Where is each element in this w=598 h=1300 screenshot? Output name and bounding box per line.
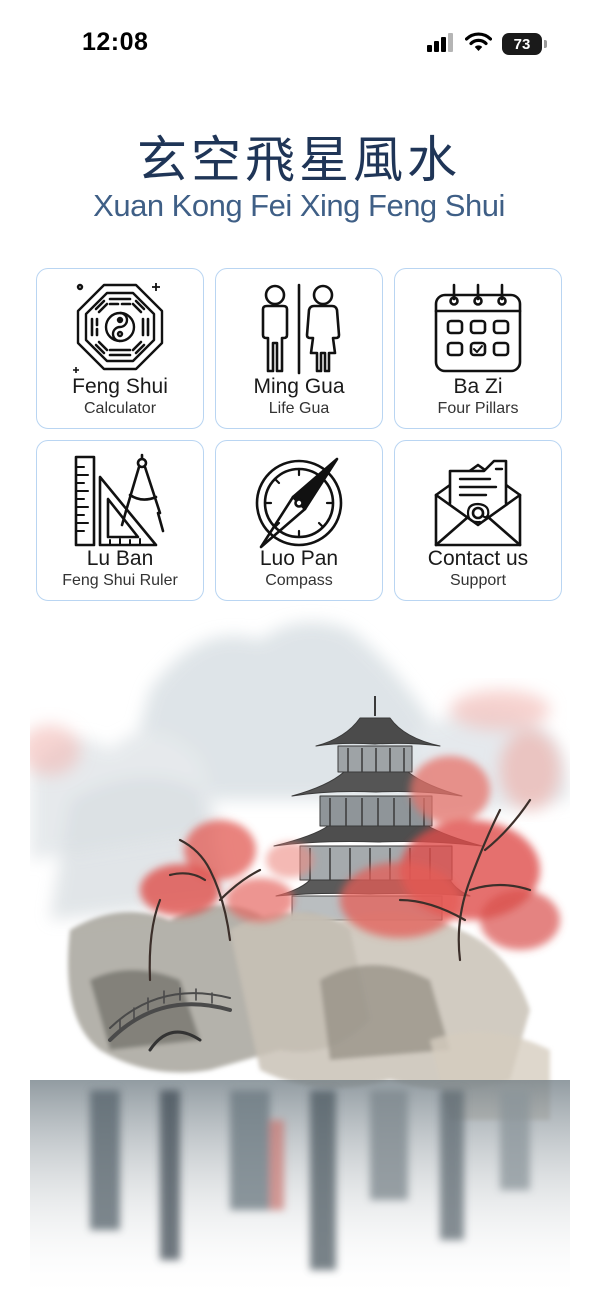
mail-icon bbox=[428, 451, 528, 551]
tile-title: Feng Shui bbox=[72, 375, 168, 398]
luo-pan-button[interactable]: Luo Pan Compass bbox=[215, 440, 383, 601]
status-time: 12:08 bbox=[82, 28, 149, 56]
tile-title: Contact us bbox=[427, 547, 529, 570]
tile-subtitle: Support bbox=[449, 572, 507, 589]
ming-gua-button[interactable]: Ming Gua Life Gua bbox=[215, 268, 383, 429]
ba-zi-button[interactable]: Ba Zi Four Pillars bbox=[394, 268, 562, 429]
tile-subtitle: Calculator bbox=[83, 400, 157, 417]
status-icons: 73 bbox=[427, 31, 547, 57]
tile-subtitle: Compass bbox=[265, 572, 333, 589]
compass-icon bbox=[249, 451, 349, 551]
battery-icon: 73 bbox=[502, 33, 547, 55]
tile-subtitle: Life Gua bbox=[268, 400, 330, 417]
tile-title: Ba Zi bbox=[453, 375, 503, 398]
feng-shui-calculator-button[interactable]: Feng Shui Calculator bbox=[36, 268, 204, 429]
man-woman-icon bbox=[249, 279, 349, 379]
menu-grid: Feng Shui Calculator Ming Gua Life Gua B… bbox=[36, 268, 563, 601]
status-bar: 12:08 73 bbox=[0, 0, 598, 90]
tile-subtitle: Four Pillars bbox=[437, 400, 519, 417]
tile-title: Ming Gua bbox=[253, 375, 345, 398]
wifi-icon bbox=[464, 31, 493, 57]
ruler-compass-icon bbox=[70, 451, 170, 551]
tile-title: Luo Pan bbox=[259, 547, 339, 570]
tile-title: Lu Ban bbox=[86, 547, 154, 570]
pagoda-landscape-illustration bbox=[30, 600, 570, 1300]
tile-subtitle: Feng Shui Ruler bbox=[62, 572, 178, 589]
signal-icon bbox=[427, 32, 455, 57]
contact-us-button[interactable]: Contact us Support bbox=[394, 440, 562, 601]
app-title-english: Xuan Kong Fei Xing Feng Shui bbox=[93, 188, 505, 223]
lu-ban-button[interactable]: Lu Ban Feng Shui Ruler bbox=[36, 440, 204, 601]
bagua-icon bbox=[70, 279, 170, 379]
battery-level: 73 bbox=[513, 35, 531, 53]
calendar-icon bbox=[428, 279, 528, 379]
app-title-chinese: 玄空飛星風水 bbox=[137, 131, 461, 189]
